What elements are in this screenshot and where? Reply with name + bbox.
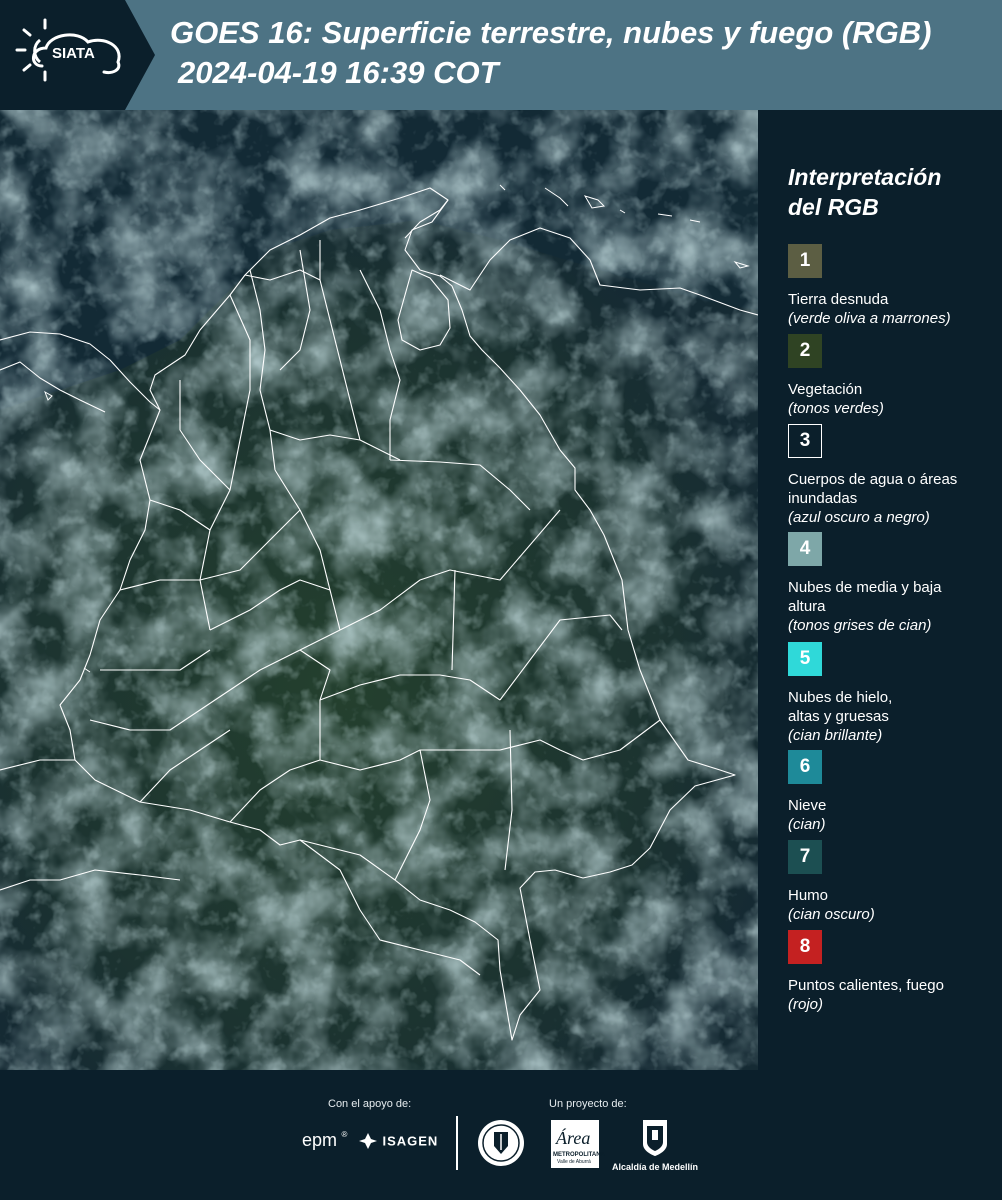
- seal-logo: [476, 1118, 526, 1173]
- area-logo-tagline: Valle de Aburrá: [557, 1159, 591, 1165]
- legend-swatch-1: 1: [788, 244, 822, 278]
- legend-label-5: Nubes de hielo, altas y gruesas: [788, 689, 893, 725]
- alcaldia-shield-icon: [643, 1120, 667, 1156]
- legend-desc-2: (tonos verdes): [788, 400, 884, 417]
- brand-text: SIATA: [52, 45, 95, 62]
- legend-swatch-5: 5: [788, 642, 822, 676]
- legend-title-line1: Interpretación: [788, 164, 942, 190]
- legend-item-7: 7 Humo (cian oscuro): [788, 840, 998, 924]
- legend-desc-7: (cian oscuro): [788, 906, 875, 923]
- footer: Con el apoyo de: Un proyecto de: epm ® I…: [0, 1070, 1002, 1200]
- project-label: Un proyecto de:: [549, 1098, 627, 1110]
- legend-label-2: Vegetación: [788, 381, 863, 398]
- legend-swatch-4: 4: [788, 532, 822, 566]
- legend-label-3: Cuerpos de agua o áreas inundadas: [788, 471, 958, 507]
- support-label: Con el apoyo de:: [328, 1098, 412, 1110]
- isagen-text: ISAGEN: [382, 1133, 439, 1149]
- legend-desc-3: (azul oscuro a negro): [788, 509, 930, 526]
- legend-desc-5: (cian brillante): [788, 727, 883, 744]
- legend-swatch-8: 8: [788, 930, 822, 964]
- legend-label-6: Nieve: [788, 797, 827, 814]
- legend-label-1: Tierra desnuda: [788, 291, 889, 308]
- legend-item-8: 8 Puntos calientes, fuego (rojo): [788, 930, 998, 1014]
- legend-label-8: Puntos calientes, fuego: [788, 977, 944, 994]
- registered-icon: ®: [341, 1130, 348, 1139]
- legend-item-5: 5 Nubes de hielo, altas y gruesas (cian …: [788, 642, 998, 745]
- page-title: GOES 16: Superficie terrestre, nubes y f…: [170, 15, 932, 50]
- epm-text: epm: [302, 1130, 338, 1150]
- siata-logo: SIATA: [0, 0, 155, 110]
- legend-desc-4: (tonos grises de cian): [788, 617, 932, 634]
- header: SIATA GOES 16: Superficie terrestre, nub…: [0, 0, 1002, 110]
- alcaldia-logo: [640, 1118, 670, 1163]
- rgb-legend: Interpretación del RGB 1 Tierra desnuda …: [758, 110, 1002, 1070]
- legend-swatch-6: 6: [788, 750, 822, 784]
- legend-item-2: 2 Vegetación (tonos verdes): [788, 334, 998, 418]
- legend-swatch-7: 7: [788, 840, 822, 874]
- legend-title-line2: del RGB: [788, 194, 879, 220]
- area-logo-subtitle: METROPOLITANA: [553, 1152, 605, 1158]
- legend-swatch-3: 3: [788, 424, 822, 458]
- legend-swatch-2: 2: [788, 334, 822, 368]
- legend-item-4: 4 Nubes de media y baja altura (tonos gr…: [788, 532, 998, 635]
- legend-title: Interpretación del RGB: [788, 162, 988, 222]
- footer-divider: [456, 1116, 458, 1170]
- legend-label-4: Nubes de media y baja altura: [788, 579, 942, 615]
- alcaldia-text: Alcaldía de Medellín: [612, 1162, 699, 1172]
- legend-item-6: 6 Nieve (cian): [788, 750, 998, 834]
- legend-desc-6: (cian): [788, 816, 826, 833]
- legend-item-3: 3 Cuerpos de agua o áreas inundadas (azu…: [788, 424, 998, 527]
- area-logo-text: Área: [556, 1128, 591, 1148]
- seal-icon: [478, 1120, 524, 1166]
- page-timestamp: 2024-04-19 16:39 COT: [178, 55, 499, 90]
- isagen-logo: ISAGEN: [358, 1132, 438, 1150]
- satellite-map[interactable]: [0, 110, 758, 1070]
- isagen-icon: [359, 1133, 377, 1149]
- legend-desc-1: (verde oliva a marrones): [788, 310, 951, 327]
- epm-logo: epm ®: [302, 1130, 347, 1151]
- legend-desc-8: (rojo): [788, 996, 824, 1013]
- legend-label-7: Humo: [788, 887, 829, 904]
- legend-item-1: 1 Tierra desnuda (verde oliva a marrones…: [788, 244, 998, 328]
- area-metropolitana-logo: Área METROPOLITANA Valle de Aburrá: [551, 1120, 605, 1168]
